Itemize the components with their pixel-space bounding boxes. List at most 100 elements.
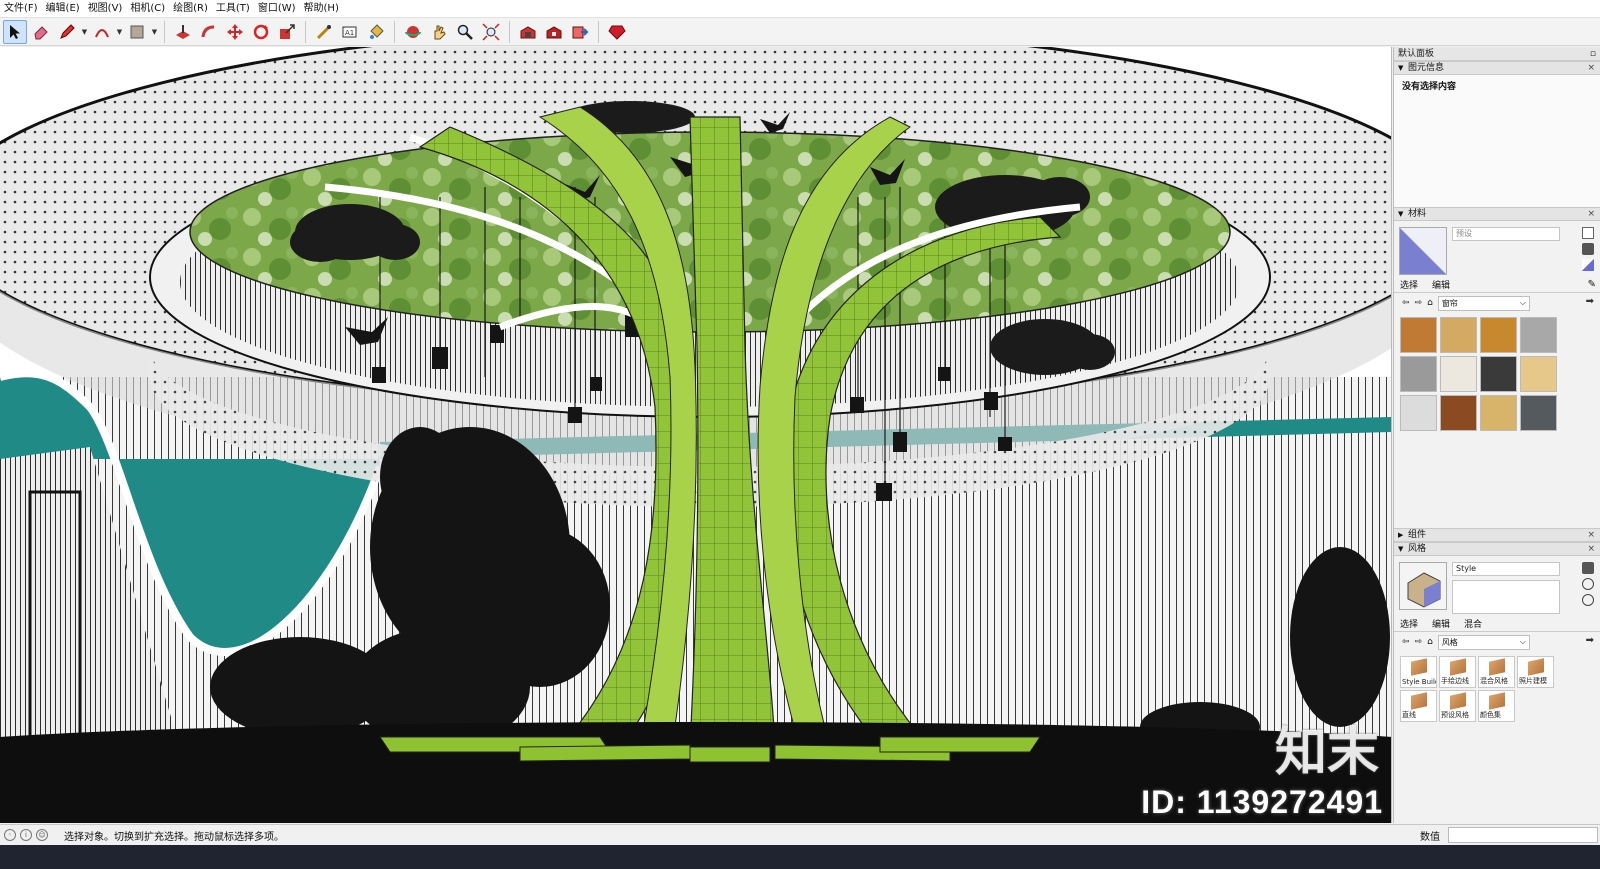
style-description-input[interactable]: [1452, 580, 1560, 614]
pencil-line-icon[interactable]: [55, 20, 79, 44]
style-item[interactable]: 直线: [1400, 690, 1437, 722]
refresh-icon[interactable]: [1582, 594, 1594, 606]
tape-measure-icon[interactable]: [312, 20, 336, 44]
menu-help[interactable]: 帮助(H): [300, 0, 343, 18]
menu-edit[interactable]: 编辑(E): [42, 0, 84, 18]
menu-draw[interactable]: 绘图(R): [169, 0, 212, 18]
arc-icon[interactable]: [90, 20, 114, 44]
create-style-icon[interactable]: [1582, 562, 1594, 574]
materials-header[interactable]: ▼ 材料 ×: [1394, 207, 1600, 221]
tab-style-select[interactable]: 选择: [1400, 617, 1418, 630]
paint-bucket-icon[interactable]: [364, 20, 388, 44]
back-arrow-icon[interactable]: ⇦: [1402, 637, 1410, 647]
material-swatch-item[interactable]: [1400, 317, 1437, 353]
home-icon[interactable]: ⌂: [1427, 298, 1433, 308]
orbit-icon[interactable]: [401, 20, 425, 44]
entity-info-header[interactable]: ▼ 图元信息 ×: [1394, 61, 1600, 75]
close-icon[interactable]: ×: [1587, 543, 1595, 555]
style-name-input[interactable]: Style: [1452, 562, 1560, 576]
style-item[interactable]: 预设风格: [1439, 690, 1476, 722]
follow-me-icon[interactable]: [197, 20, 221, 44]
material-swatch-item[interactable]: [1400, 395, 1437, 431]
material-swatch-item[interactable]: [1520, 356, 1557, 392]
zoom-icon[interactable]: [453, 20, 477, 44]
close-icon[interactable]: ×: [1587, 208, 1595, 220]
tab-select[interactable]: 选择: [1400, 278, 1418, 291]
material-swatch-item[interactable]: [1400, 356, 1437, 392]
rectangle-dropdown-icon[interactable]: ▼: [150, 20, 159, 44]
material-swatch-item[interactable]: [1480, 356, 1517, 392]
style-item[interactable]: 颜色集: [1478, 690, 1515, 722]
rectangle-icon[interactable]: [125, 20, 149, 44]
tab-edit[interactable]: 编辑: [1432, 278, 1450, 291]
text-icon[interactable]: A1: [338, 20, 362, 44]
style-item[interactable]: Style Builder: [1400, 656, 1437, 688]
status-bar: ◦ i ☺ 选择对象。切换到扩充选择。拖动鼠标选择多项。 数值: [0, 824, 1600, 845]
material-swatch-item[interactable]: [1480, 395, 1517, 431]
menu-window[interactable]: 窗口(W): [254, 0, 300, 18]
material-swatch-item[interactable]: [1440, 395, 1477, 431]
material-swatch-item[interactable]: [1520, 395, 1557, 431]
pan-icon[interactable]: [427, 20, 451, 44]
pin-icon[interactable]: ▫: [1590, 47, 1596, 61]
details-arrow-icon[interactable]: ➡: [1586, 296, 1594, 307]
style-item[interactable]: 手绘边线: [1439, 656, 1476, 688]
style-item-label: 颜色集: [1480, 711, 1501, 719]
measurements-input[interactable]: [1448, 827, 1598, 843]
eraser-icon[interactable]: [29, 20, 53, 44]
extension-warehouse-icon[interactable]: [542, 20, 566, 44]
scale-icon[interactable]: [275, 20, 299, 44]
default-material-icon[interactable]: [1582, 259, 1594, 271]
pencil-dropdown-icon[interactable]: ▼: [80, 20, 89, 44]
toolbar-separator: [164, 20, 165, 43]
menu-camera[interactable]: 相机(C): [126, 0, 169, 18]
model-viewport[interactable]: 知末 ID: 1139272491: [0, 47, 1392, 823]
material-swatch[interactable]: [1399, 227, 1447, 275]
move-icon[interactable]: [223, 20, 247, 44]
back-arrow-icon[interactable]: ⇦: [1402, 298, 1410, 308]
watermark-id: ID: 1139272491: [1141, 784, 1383, 820]
tab-style-mix[interactable]: 混合: [1464, 617, 1482, 630]
push-pull-icon[interactable]: [171, 20, 195, 44]
zoom-extents-icon[interactable]: [479, 20, 503, 44]
material-collection-select[interactable]: 窗帘: [1437, 295, 1530, 311]
warehouse-icon[interactable]: [516, 20, 540, 44]
sample-paint-icon[interactable]: ✎: [1588, 279, 1596, 290]
close-icon[interactable]: ×: [1587, 62, 1595, 74]
arc-dropdown-icon[interactable]: ▼: [115, 20, 124, 44]
style-nav-row: ⇦ ⇨ ⌂ 风格 ➡: [1394, 632, 1600, 652]
menu-file[interactable]: 文件(F): [0, 0, 42, 18]
rotate-icon[interactable]: [249, 20, 273, 44]
details-arrow-icon[interactable]: ➡: [1586, 635, 1594, 646]
style-thumbnail[interactable]: [1399, 562, 1447, 610]
ruby-icon[interactable]: [605, 20, 629, 44]
menu-tools[interactable]: 工具(T): [212, 0, 254, 18]
close-icon[interactable]: ×: [1587, 529, 1595, 541]
material-name-input[interactable]: 预设: [1452, 227, 1560, 241]
send-to-layout-icon[interactable]: [568, 20, 592, 44]
style-item-label: Style Builder: [1402, 678, 1436, 686]
select-icon[interactable]: [3, 19, 27, 44]
style-item-label: 直线: [1402, 711, 1416, 719]
styles-header[interactable]: ▼ 风格 ×: [1394, 542, 1600, 556]
svg-text:A1: A1: [345, 29, 354, 37]
create-material-icon[interactable]: [1582, 243, 1594, 255]
info-icon[interactable]: i: [20, 829, 32, 841]
style-item[interactable]: 混合风格: [1478, 656, 1515, 688]
style-item[interactable]: 照片建模: [1517, 656, 1554, 688]
components-header[interactable]: ▶ 组件 ×: [1394, 528, 1600, 542]
home-icon[interactable]: ⌂: [1427, 637, 1433, 647]
tab-style-edit[interactable]: 编辑: [1432, 617, 1450, 630]
menu-view[interactable]: 视图(V): [84, 0, 127, 18]
forward-arrow-icon[interactable]: ⇨: [1415, 298, 1423, 308]
update-style-icon[interactable]: [1582, 578, 1594, 590]
material-swatch-item[interactable]: [1480, 317, 1517, 353]
style-collection-select[interactable]: 风格: [1437, 634, 1530, 650]
display-secondary-icon[interactable]: [1582, 227, 1594, 239]
material-swatch-item[interactable]: [1440, 317, 1477, 353]
material-swatch-item[interactable]: [1440, 356, 1477, 392]
forward-arrow-icon[interactable]: ⇨: [1415, 637, 1423, 647]
user-icon[interactable]: ☺: [36, 829, 48, 841]
material-swatch-item[interactable]: [1520, 317, 1557, 353]
geo-location-icon[interactable]: ◦: [4, 829, 16, 841]
